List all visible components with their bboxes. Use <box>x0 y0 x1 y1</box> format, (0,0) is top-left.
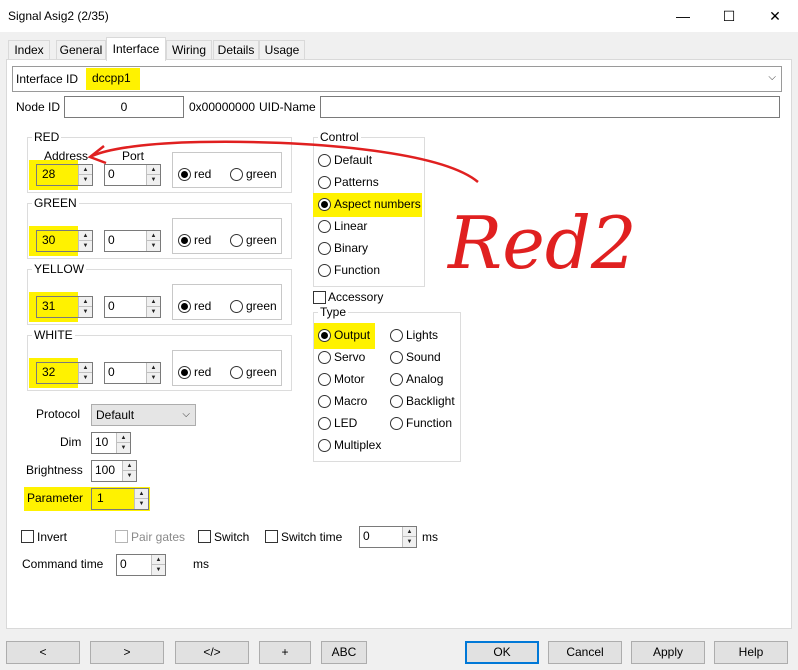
ok-button[interactable]: OK <box>465 641 539 664</box>
next-button[interactable]: > <box>90 641 164 664</box>
help-button[interactable]: Help <box>714 641 788 664</box>
annotation-arrow <box>91 140 479 183</box>
apply-button[interactable]: Apply <box>631 641 705 664</box>
annotation-overlay: Red2 <box>87 140 637 285</box>
add-button[interactable]: + <box>259 641 311 664</box>
abc-button[interactable]: ABC <box>321 641 367 664</box>
code-button[interactable]: </> <box>175 641 249 664</box>
tab-interface[interactable]: Interface <box>106 37 166 61</box>
cancel-button[interactable]: Cancel <box>548 641 622 664</box>
previous-button[interactable]: < <box>6 641 80 664</box>
annotation-handwriting: Red2 <box>446 201 637 285</box>
